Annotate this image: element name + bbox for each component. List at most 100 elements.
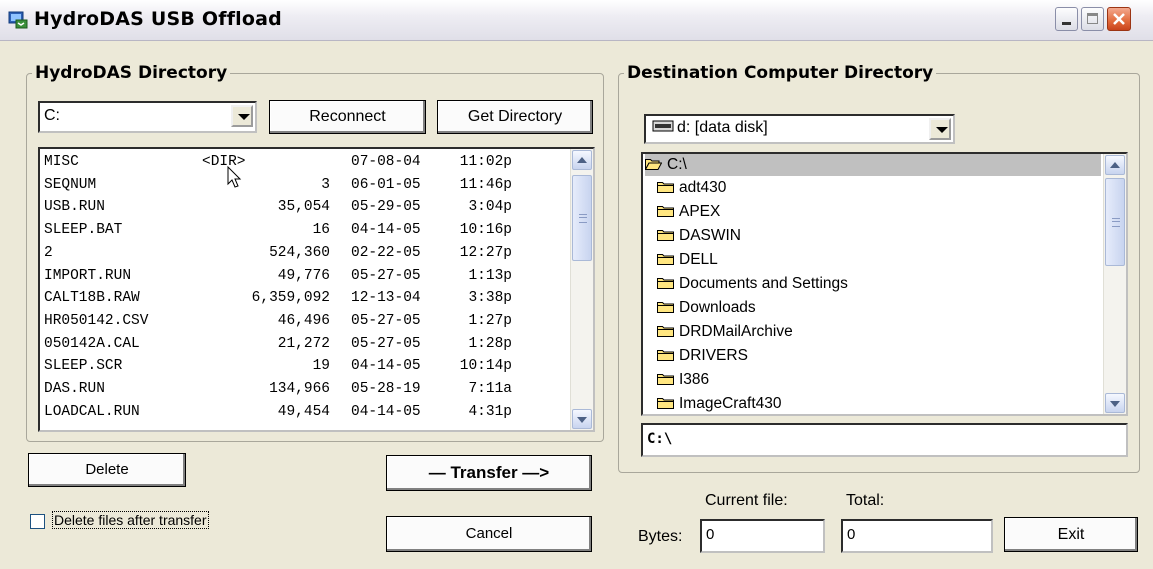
- mouse-cursor-icon: [227, 166, 242, 188]
- file-date: 04-14-05: [351, 403, 421, 420]
- file-list-scrollbar[interactable]: [570, 149, 593, 430]
- folder-label: APEX: [679, 203, 721, 220]
- folder-label: Documents and Settings: [679, 275, 848, 292]
- file-row[interactable]: SLEEP.SCR 19 04-14-05 10:14p: [44, 355, 564, 377]
- file-size: 21,272: [277, 335, 330, 352]
- transfer-button[interactable]: — Transfer —>: [386, 455, 592, 491]
- folder-icon: [657, 326, 674, 337]
- close-button[interactable]: [1107, 7, 1131, 31]
- file-time: 3:04p: [468, 199, 512, 216]
- destination-drive-value-wrap: d: [data disk]: [652, 119, 768, 137]
- file-row[interactable]: 050142A.CAL 21,272 05-27-05 1:28p: [44, 333, 564, 355]
- title-bar: HydroDAS USB Offload: [0, 0, 1153, 41]
- folder-label-root: C:\: [667, 156, 687, 173]
- chevron-down-icon[interactable]: [231, 105, 253, 127]
- file-row[interactable]: LOADCAL.RUN 49,454 04-14-05 4:31p: [44, 401, 564, 423]
- file-row[interactable]: SLEEP.BAT 16 04-14-05 10:16p: [44, 219, 564, 241]
- file-size: 46,496: [277, 312, 330, 329]
- folder-icon: [657, 398, 674, 409]
- scroll-thumb[interactable]: [1105, 178, 1125, 266]
- file-date: 05-27-05: [351, 312, 421, 329]
- file-size: 3: [321, 176, 330, 193]
- delete-button[interactable]: Delete: [28, 453, 186, 487]
- file-row[interactable]: CALT18B.RAW 6,359,092 12-13-04 3:38p: [44, 287, 564, 309]
- folder-icon: [657, 254, 674, 265]
- folder-list-scrollbar[interactable]: [1103, 154, 1126, 414]
- destination-drive-select[interactable]: d: [data disk]: [644, 114, 955, 144]
- folder-item[interactable]: APEX: [657, 201, 720, 223]
- file-date: 05-28-19: [351, 381, 421, 397]
- file-time: 10:16p: [459, 222, 512, 239]
- get-directory-button[interactable]: Get Directory: [437, 100, 593, 134]
- file-date: 05-29-05: [351, 199, 421, 216]
- minimize-button[interactable]: [1055, 7, 1078, 31]
- destination-folder-list[interactable]: C:\ adt430 APEX DASWIN DELL Documents and Se…: [641, 152, 1128, 416]
- file-row[interactable]: USB.RUN 35,054 05-29-05 3:04p: [44, 196, 564, 218]
- file-date: 02-22-05: [351, 244, 421, 261]
- folder-icon: [657, 206, 674, 217]
- scroll-up-icon[interactable]: [1105, 155, 1125, 175]
- file-name: 050142A.CAL: [44, 335, 140, 352]
- file-row[interactable]: HR050142.CSV 46,496 05-27-05 1:27p: [44, 310, 564, 332]
- cancel-button[interactable]: Cancel: [386, 516, 592, 552]
- file-name: LOADCAL.RUN: [44, 403, 140, 420]
- folder-icon: [657, 374, 674, 385]
- folder-item[interactable]: adt430: [657, 177, 726, 199]
- file-time: 3:38p: [468, 290, 512, 307]
- folder-item[interactable]: Downloads: [657, 297, 756, 319]
- file-size: 49,454: [277, 403, 330, 420]
- folder-item[interactable]: Documents and Settings: [657, 273, 848, 295]
- file-time: 7:11a: [468, 381, 512, 397]
- file-size: 49,776: [277, 267, 330, 284]
- scroll-thumb[interactable]: [572, 175, 592, 261]
- folder-label: ImageCraft430: [679, 395, 782, 412]
- file-size: 524,360: [269, 244, 330, 261]
- folder-item[interactable]: DELL: [657, 249, 718, 271]
- current-file-bytes-field: 0: [700, 519, 825, 553]
- folder-icon: [657, 278, 674, 289]
- scroll-down-icon[interactable]: [572, 409, 592, 429]
- file-size: 16: [312, 222, 330, 239]
- hydrodas-file-list[interactable]: MISC <DIR> 07-08-04 11:02p SEQNUM 3 06-01-05 11…: [38, 147, 595, 432]
- window-title: HydroDAS USB Offload: [34, 8, 282, 30]
- file-row[interactable]: MISC <DIR> 07-08-04 11:02p: [44, 151, 564, 173]
- folder-item[interactable]: DRDMailArchive: [657, 321, 793, 343]
- current-file-label: Current file:: [705, 492, 788, 509]
- folder-label: DRIVERS: [679, 347, 748, 364]
- close-icon: [1113, 13, 1125, 25]
- folder-item[interactable]: DRIVERS: [657, 345, 748, 367]
- delete-after-transfer-label[interactable]: Delete files after transfer: [52, 511, 209, 529]
- total-bytes-field: 0: [841, 519, 993, 553]
- source-drive-select[interactable]: C:: [38, 101, 257, 133]
- file-date: 04-14-05: [351, 358, 421, 375]
- file-name: IMPORT.RUN: [44, 267, 132, 284]
- file-time: 1:28p: [468, 335, 512, 352]
- folder-item[interactable]: ImageCraft430: [657, 393, 782, 414]
- folder-item-root[interactable]: C:\: [645, 154, 1101, 176]
- folder-item[interactable]: I386: [657, 369, 709, 391]
- file-row[interactable]: DAS.RUN 134,966 05-28-19 7:11a: [44, 378, 564, 400]
- folder-icon: [657, 230, 674, 241]
- file-row[interactable]: SEQNUM 3 06-01-05 11:46p: [44, 174, 564, 196]
- reconnect-button[interactable]: Reconnect: [269, 100, 426, 134]
- folder-label: DELL: [679, 251, 718, 268]
- file-name: USB.RUN: [44, 199, 105, 216]
- file-size: 19: [312, 358, 330, 375]
- file-name: MISC: [44, 154, 79, 170]
- exit-button[interactable]: Exit: [1004, 517, 1138, 552]
- file-row[interactable]: IMPORT.RUN 49,776 05-27-05 1:13p: [44, 265, 564, 287]
- bytes-label: Bytes:: [638, 528, 683, 545]
- folder-item[interactable]: DASWIN: [657, 225, 741, 247]
- destination-path-field[interactable]: C:\: [641, 423, 1128, 457]
- file-row[interactable]: 2 524,360 02-22-05 12:27p: [44, 242, 564, 264]
- scroll-down-icon[interactable]: [1105, 393, 1125, 413]
- maximize-button[interactable]: [1081, 7, 1104, 31]
- chevron-down-icon[interactable]: [929, 118, 951, 140]
- file-time: 4:31p: [468, 403, 512, 420]
- file-size: 6,359,092: [251, 290, 330, 307]
- scroll-up-icon[interactable]: [572, 150, 592, 170]
- folder-label: DASWIN: [679, 227, 741, 244]
- file-name: HR050142.CSV: [44, 312, 149, 329]
- delete-after-transfer-checkbox[interactable]: [30, 514, 45, 529]
- file-time: 11:46p: [459, 176, 512, 193]
